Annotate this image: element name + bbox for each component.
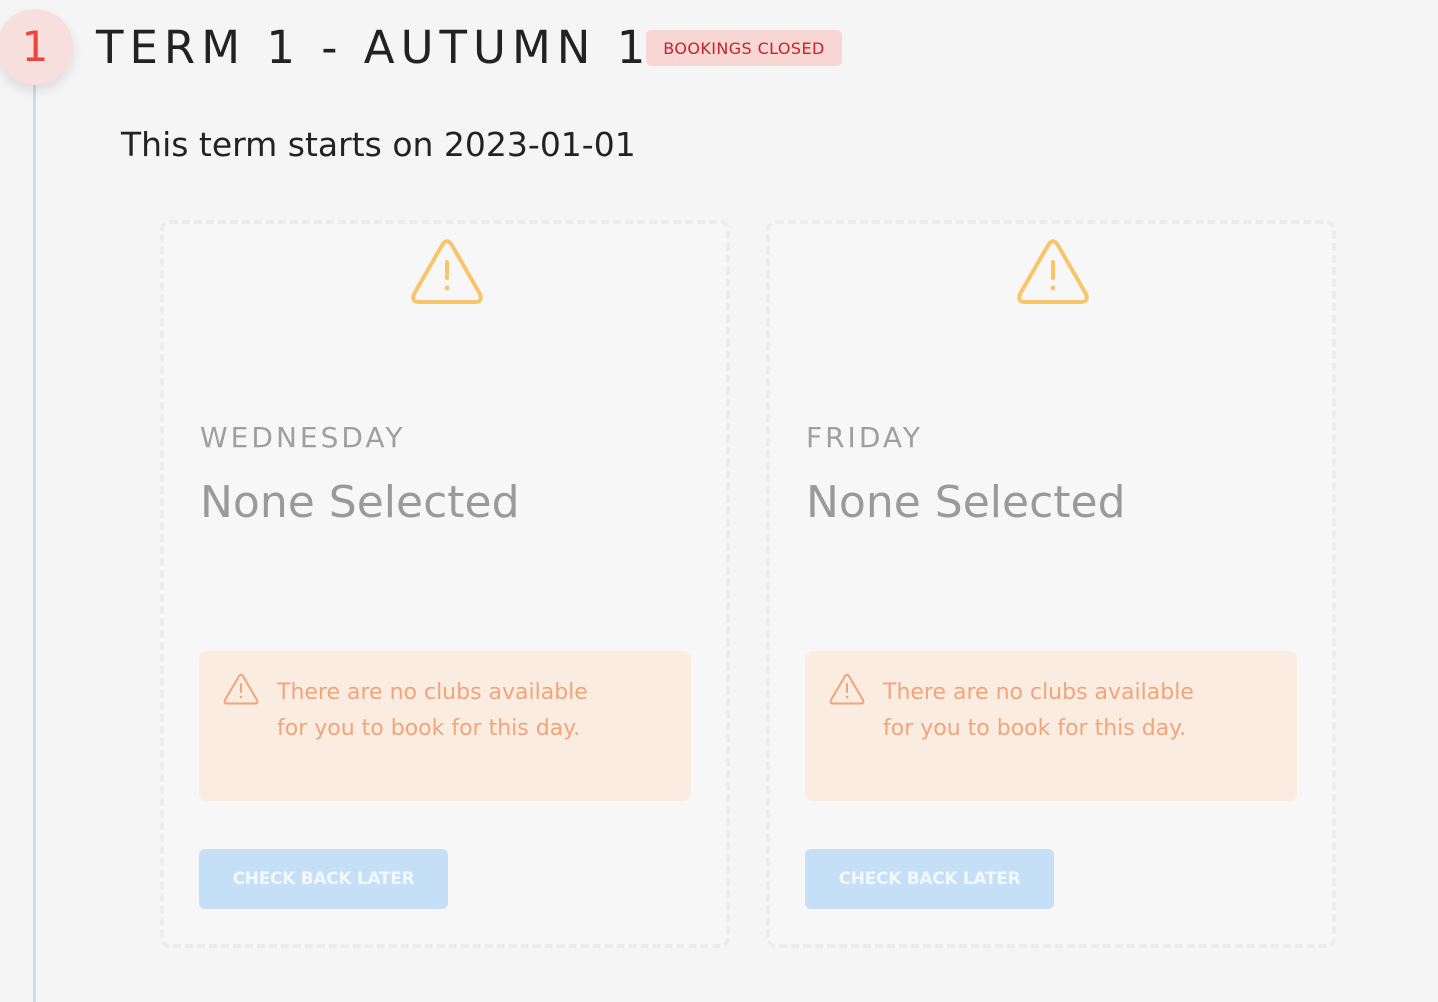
warning-triangle-icon (411, 239, 483, 304)
selection-status: None Selected (806, 477, 1126, 528)
warning-triangle-icon (829, 673, 865, 705)
check-back-later-label: CHECK BACK LATER (838, 869, 1021, 889)
warning-triangle-icon (223, 673, 259, 705)
day-card-friday: FRIDAY None Selected There are no clubs … (766, 220, 1336, 948)
bookings-status-text: BOOKINGS CLOSED (663, 38, 825, 58)
no-clubs-notice-text: There are no clubs available for you to … (277, 680, 588, 741)
check-back-later-button[interactable]: CHECK BACK LATER (199, 849, 448, 909)
selection-status: None Selected (200, 477, 520, 528)
check-back-later-button[interactable]: CHECK BACK LATER (805, 849, 1054, 909)
day-card-wednesday: WEDNESDAY None Selected There are no clu… (160, 220, 730, 948)
term-start-text: This term starts on 2023-01-01 (121, 125, 636, 164)
warning-triangle-icon (1017, 239, 1089, 304)
day-label: WEDNESDAY (200, 421, 406, 454)
day-label: FRIDAY (806, 421, 923, 454)
check-back-later-label: CHECK BACK LATER (232, 869, 415, 889)
no-clubs-notice: There are no clubs available for you to … (805, 651, 1297, 801)
timeline-line (33, 80, 36, 1002)
term-title: TERM 1 - AUTUMN 1 (96, 21, 652, 74)
step-number: 1 (21, 22, 49, 71)
no-clubs-notice: There are no clubs available for you to … (199, 651, 691, 801)
bookings-status-badge: BOOKINGS CLOSED (646, 30, 842, 66)
step-number-badge: 1 (0, 9, 73, 85)
no-clubs-notice-text: There are no clubs available for you to … (883, 680, 1194, 741)
